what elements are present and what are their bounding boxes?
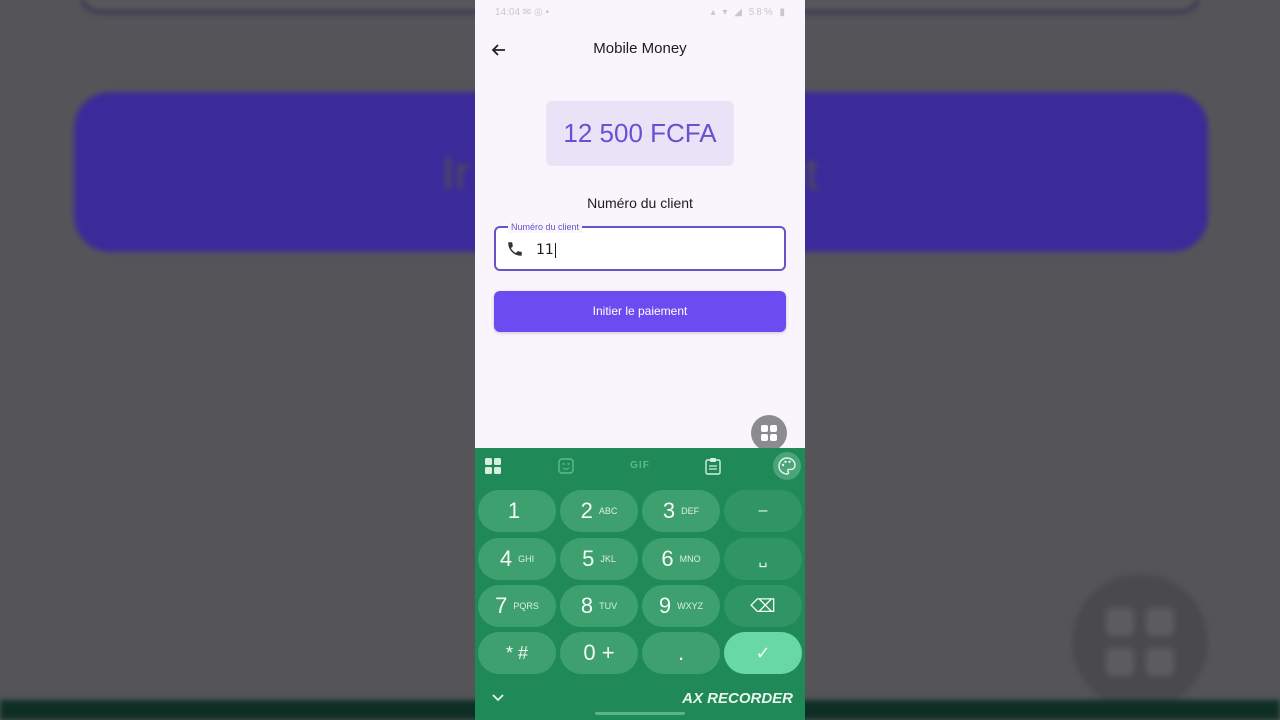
gif-button[interactable]: GIF bbox=[625, 456, 655, 476]
page-title: Mobile Money bbox=[593, 40, 687, 57]
key-5[interactable]: 5 JKL bbox=[560, 538, 638, 580]
phone-value-text: 11 bbox=[536, 242, 554, 258]
bg-floating-button bbox=[1072, 574, 1208, 710]
field-legend: Numéro du client bbox=[508, 221, 583, 233]
client-phone-input[interactable]: Numéro du client 11 bbox=[494, 221, 786, 271]
key-star-hash[interactable]: * # bbox=[478, 632, 556, 674]
key-1[interactable]: 1 bbox=[478, 490, 556, 532]
initiate-payment-button[interactable]: Initier le paiement bbox=[494, 291, 786, 332]
grid-icon bbox=[761, 425, 777, 441]
app-bar: Mobile Money bbox=[475, 30, 805, 70]
checkmark-icon[interactable]: ✓ bbox=[724, 632, 802, 674]
keyboard-toolbar: GIF bbox=[475, 448, 805, 484]
numeric-keyboard: GIF 1 2 ABC 3 DEF – 4 GHI 5 JKL 6 MNO ␣ 7 PQRS… bbox=[475, 448, 805, 720]
key-space[interactable]: ␣ bbox=[724, 538, 802, 580]
key-3[interactable]: 3 DEF bbox=[642, 490, 720, 532]
key-4[interactable]: 4 GHI bbox=[478, 538, 556, 580]
key-8[interactable]: 8 TUV bbox=[560, 585, 638, 627]
backspace-icon[interactable]: ⌫ bbox=[724, 585, 802, 627]
bg-button-text-left: Ir bbox=[442, 147, 471, 199]
apps-grid-icon[interactable] bbox=[483, 456, 503, 476]
clipboard-icon[interactable] bbox=[703, 456, 723, 476]
amount-display: 12 500 FCFA bbox=[546, 101, 734, 166]
chevron-down-icon[interactable] bbox=[491, 690, 505, 706]
key-period[interactable]: . bbox=[642, 632, 720, 674]
key-0[interactable]: 0 + bbox=[560, 632, 638, 674]
phone-value: 11 bbox=[536, 242, 556, 258]
status-bar: 14:04 ✉ ◎ • ▴ ▾ ◢ 58% ▮ bbox=[475, 0, 805, 24]
recorder-watermark: AX RECORDER bbox=[682, 690, 793, 707]
key-2[interactable]: 2 ABC bbox=[560, 490, 638, 532]
key-7[interactable]: 7 PQRS bbox=[478, 585, 556, 627]
phone-screen: 14:04 ✉ ◎ • ▴ ▾ ◢ 58% ▮ Mobile Money 12 … bbox=[475, 0, 805, 720]
key-minus[interactable]: – bbox=[724, 490, 802, 532]
keyboard-bottom-bar: AX RECORDER bbox=[475, 680, 805, 720]
palette-icon[interactable] bbox=[773, 452, 801, 480]
status-icons: ▴ ▾ ◢ 58% ▮ bbox=[710, 7, 787, 18]
key-6[interactable]: 6 MNO bbox=[642, 538, 720, 580]
floating-menu-button[interactable] bbox=[751, 415, 787, 451]
text-caret bbox=[554, 242, 556, 258]
sticker-icon[interactable] bbox=[556, 456, 576, 476]
phone-icon bbox=[506, 240, 524, 258]
gesture-handle bbox=[595, 712, 685, 715]
status-time: 14:04 ✉ ◎ • bbox=[495, 7, 549, 18]
key-9[interactable]: 9 WXYZ bbox=[642, 585, 720, 627]
client-section-title: Numéro du client bbox=[587, 195, 693, 211]
